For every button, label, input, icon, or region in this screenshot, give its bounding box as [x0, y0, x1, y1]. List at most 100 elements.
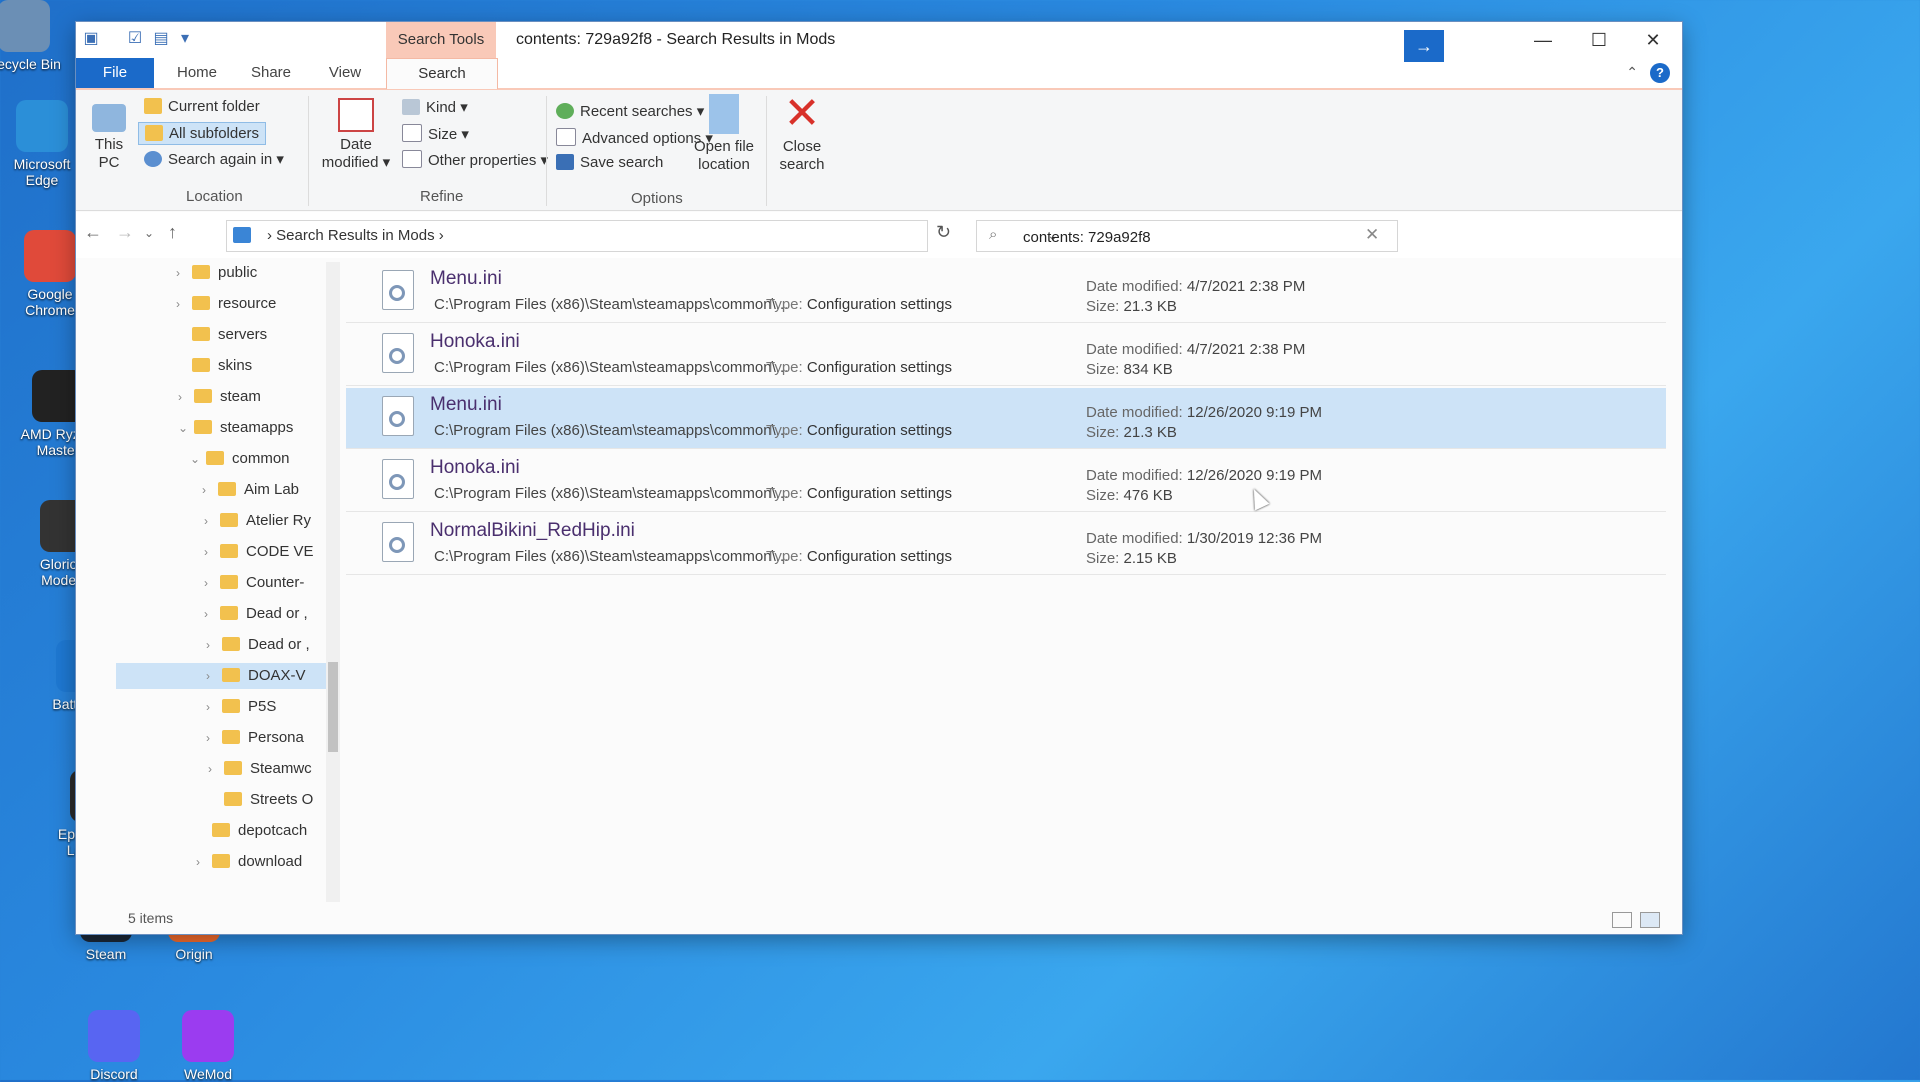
chevron-icon[interactable]: ›: [178, 384, 194, 410]
nav-tree-item[interactable]: › Counter-: [116, 570, 326, 596]
desktop-icon[interactable]: Discord: [70, 1010, 158, 1082]
nav-tree-item[interactable]: › Dead or ,: [116, 632, 326, 658]
nav-tree-item[interactable]: skins: [116, 353, 326, 379]
file-date: Date modified: 4/7/2021 2:38 PM: [1086, 341, 1305, 358]
search-icon: ⌕: [989, 226, 998, 243]
minimize-button[interactable]: —: [1516, 24, 1570, 56]
file-path: C:\Program Files (x86)\Steam\steamapps\c…: [434, 548, 789, 565]
navigation-scrollbar[interactable]: [326, 262, 340, 902]
nav-tree-item[interactable]: › DOAX-V: [116, 663, 326, 689]
back-arrow-icon[interactable]: ←: [84, 222, 102, 243]
recent-searches-button[interactable]: Recent searches ▾: [556, 102, 704, 120]
result-row[interactable]: Honoka.ini C:\Program Files (x86)\Steam\s…: [346, 325, 1666, 386]
customize-quick-access-icon[interactable]: ▾: [176, 30, 194, 48]
chevron-icon[interactable]: ›: [206, 663, 222, 689]
scrollbar-thumb[interactable]: [328, 662, 338, 752]
folder-icon: [220, 513, 238, 527]
nav-tree-item[interactable]: › P5S: [116, 694, 326, 720]
search-input[interactable]: [1021, 225, 1345, 249]
result-row[interactable]: Menu.ini C:\Program Files (x86)\Steam\ste…: [346, 388, 1666, 449]
current-folder-button[interactable]: Current folder: [144, 98, 260, 115]
chevron-icon[interactable]: ›: [206, 725, 222, 751]
desktop-icon-label: Recycle Bin: [0, 56, 61, 72]
other-properties-button[interactable]: Other properties ▾: [402, 150, 548, 169]
all-subfolders-button[interactable]: All subfolders: [138, 122, 267, 145]
nav-tree-item[interactable]: depotcach: [116, 818, 326, 844]
size-button[interactable]: Size ▾: [402, 124, 469, 143]
save-search-button[interactable]: Save search: [556, 154, 663, 171]
nav-tree-item[interactable]: ⌄ common: [116, 446, 326, 472]
nav-tree-item[interactable]: › CODE VE: [116, 539, 326, 565]
result-row[interactable]: NormalBikini_RedHip.ini C:\Program Files …: [346, 514, 1666, 575]
tab-home[interactable]: Home: [162, 58, 232, 88]
app-icon: [24, 230, 76, 282]
address-bar[interactable]: › Search Results in Mods › ⌄: [226, 220, 1059, 252]
clear-search-icon[interactable]: ✕: [1365, 225, 1379, 245]
chevron-icon[interactable]: ›: [204, 601, 220, 627]
search-again-in-button[interactable]: Search again in ▾: [144, 150, 284, 168]
properties-icon[interactable]: ☑: [126, 30, 144, 48]
app-icon: [0, 0, 50, 52]
chevron-icon[interactable]: ⌄: [178, 415, 194, 441]
folder-icon: [194, 420, 212, 434]
nav-tree-item[interactable]: servers: [116, 322, 326, 348]
chevron-icon[interactable]: ›: [208, 756, 224, 782]
tab-share[interactable]: Share: [236, 58, 306, 88]
file-type-label: Type:: [766, 485, 803, 502]
maximize-button[interactable]: ☐: [1572, 24, 1626, 56]
nav-tree-item[interactable]: ⌄ steamapps: [116, 415, 326, 441]
chevron-icon[interactable]: ›: [176, 291, 192, 317]
search-box[interactable]: ⌕ ✕: [976, 220, 1398, 252]
app-icon: [182, 1010, 234, 1062]
options-group-label: Options: [631, 190, 683, 207]
up-arrow-icon[interactable]: ↑: [168, 222, 177, 243]
chevron-icon[interactable]: ›: [202, 477, 218, 503]
nav-tree-item[interactable]: › Atelier Ry: [116, 508, 326, 534]
new-folder-icon[interactable]: ▤: [152, 30, 170, 48]
chevron-icon[interactable]: ›: [204, 508, 220, 534]
chevron-icon[interactable]: ›: [196, 849, 212, 875]
address-row: ← → ⌄ ↑ › Search Results in Mods › ⌄ ↻ ⌕…: [76, 212, 1682, 258]
chevron-icon[interactable]: ›: [206, 694, 222, 720]
details-view-icon[interactable]: [1612, 912, 1632, 928]
tab-file[interactable]: File: [76, 58, 154, 88]
nav-tree-item[interactable]: › Aim Lab: [116, 477, 326, 503]
desktop-icon[interactable]: Recycle Bin: [0, 0, 68, 72]
open-file-location-button[interactable]: Open file location: [686, 94, 762, 174]
nav-tree-item[interactable]: › steam: [116, 384, 326, 410]
close-button[interactable]: ✕: [1626, 24, 1680, 56]
kind-button[interactable]: Kind ▾: [402, 98, 468, 116]
chevron-icon[interactable]: ⌄: [190, 446, 206, 472]
desktop-icon[interactable]: Microsoft Edge: [0, 100, 86, 188]
nav-tree-item[interactable]: › Steamwc: [116, 756, 326, 782]
date-modified-button[interactable]: Date modified ▾: [316, 98, 396, 172]
desktop-icon[interactable]: WeMod: [164, 1010, 252, 1082]
recent-locations-chevron-icon[interactable]: ⌄: [144, 226, 154, 240]
chevron-icon[interactable]: ›: [204, 539, 220, 565]
tab-search[interactable]: Search: [386, 58, 498, 89]
nav-tree-item[interactable]: › Persona: [116, 725, 326, 751]
large-icons-view-icon[interactable]: [1640, 912, 1660, 928]
kind-label: Kind: [426, 99, 457, 116]
search-results-list: Menu.ini C:\Program Files (x86)\Steam\ste…: [346, 262, 1666, 882]
help-icon[interactable]: ?: [1650, 63, 1670, 83]
chevron-icon[interactable]: ›: [204, 570, 220, 596]
nav-tree-item[interactable]: › public: [116, 260, 326, 286]
result-row[interactable]: Honoka.ini C:\Program Files (x86)\Steam\s…: [346, 451, 1666, 512]
refresh-icon[interactable]: ↻: [936, 222, 951, 243]
folder-icon: [220, 544, 238, 558]
nav-tree-item[interactable]: › resource: [116, 291, 326, 317]
nav-tree-item[interactable]: Streets O: [116, 787, 326, 813]
result-row[interactable]: Menu.ini C:\Program Files (x86)\Steam\ste…: [346, 262, 1666, 323]
nav-tree-item[interactable]: › download: [116, 849, 326, 875]
chevron-icon[interactable]: ›: [206, 632, 222, 658]
chevron-icon[interactable]: ›: [176, 260, 192, 286]
forward-arrow-icon[interactable]: →: [116, 222, 134, 243]
search-go-button[interactable]: →: [1404, 30, 1444, 62]
nav-tree-item[interactable]: › Dead or ,: [116, 601, 326, 627]
chevron-up-icon[interactable]: ⌃: [1626, 64, 1638, 81]
tab-view[interactable]: View: [310, 58, 380, 88]
breadcrumb[interactable]: › Search Results in Mods ›: [267, 227, 444, 244]
close-search-button[interactable]: ✕ Close search: [772, 92, 832, 174]
this-pc-button[interactable]: This PC: [84, 104, 134, 172]
